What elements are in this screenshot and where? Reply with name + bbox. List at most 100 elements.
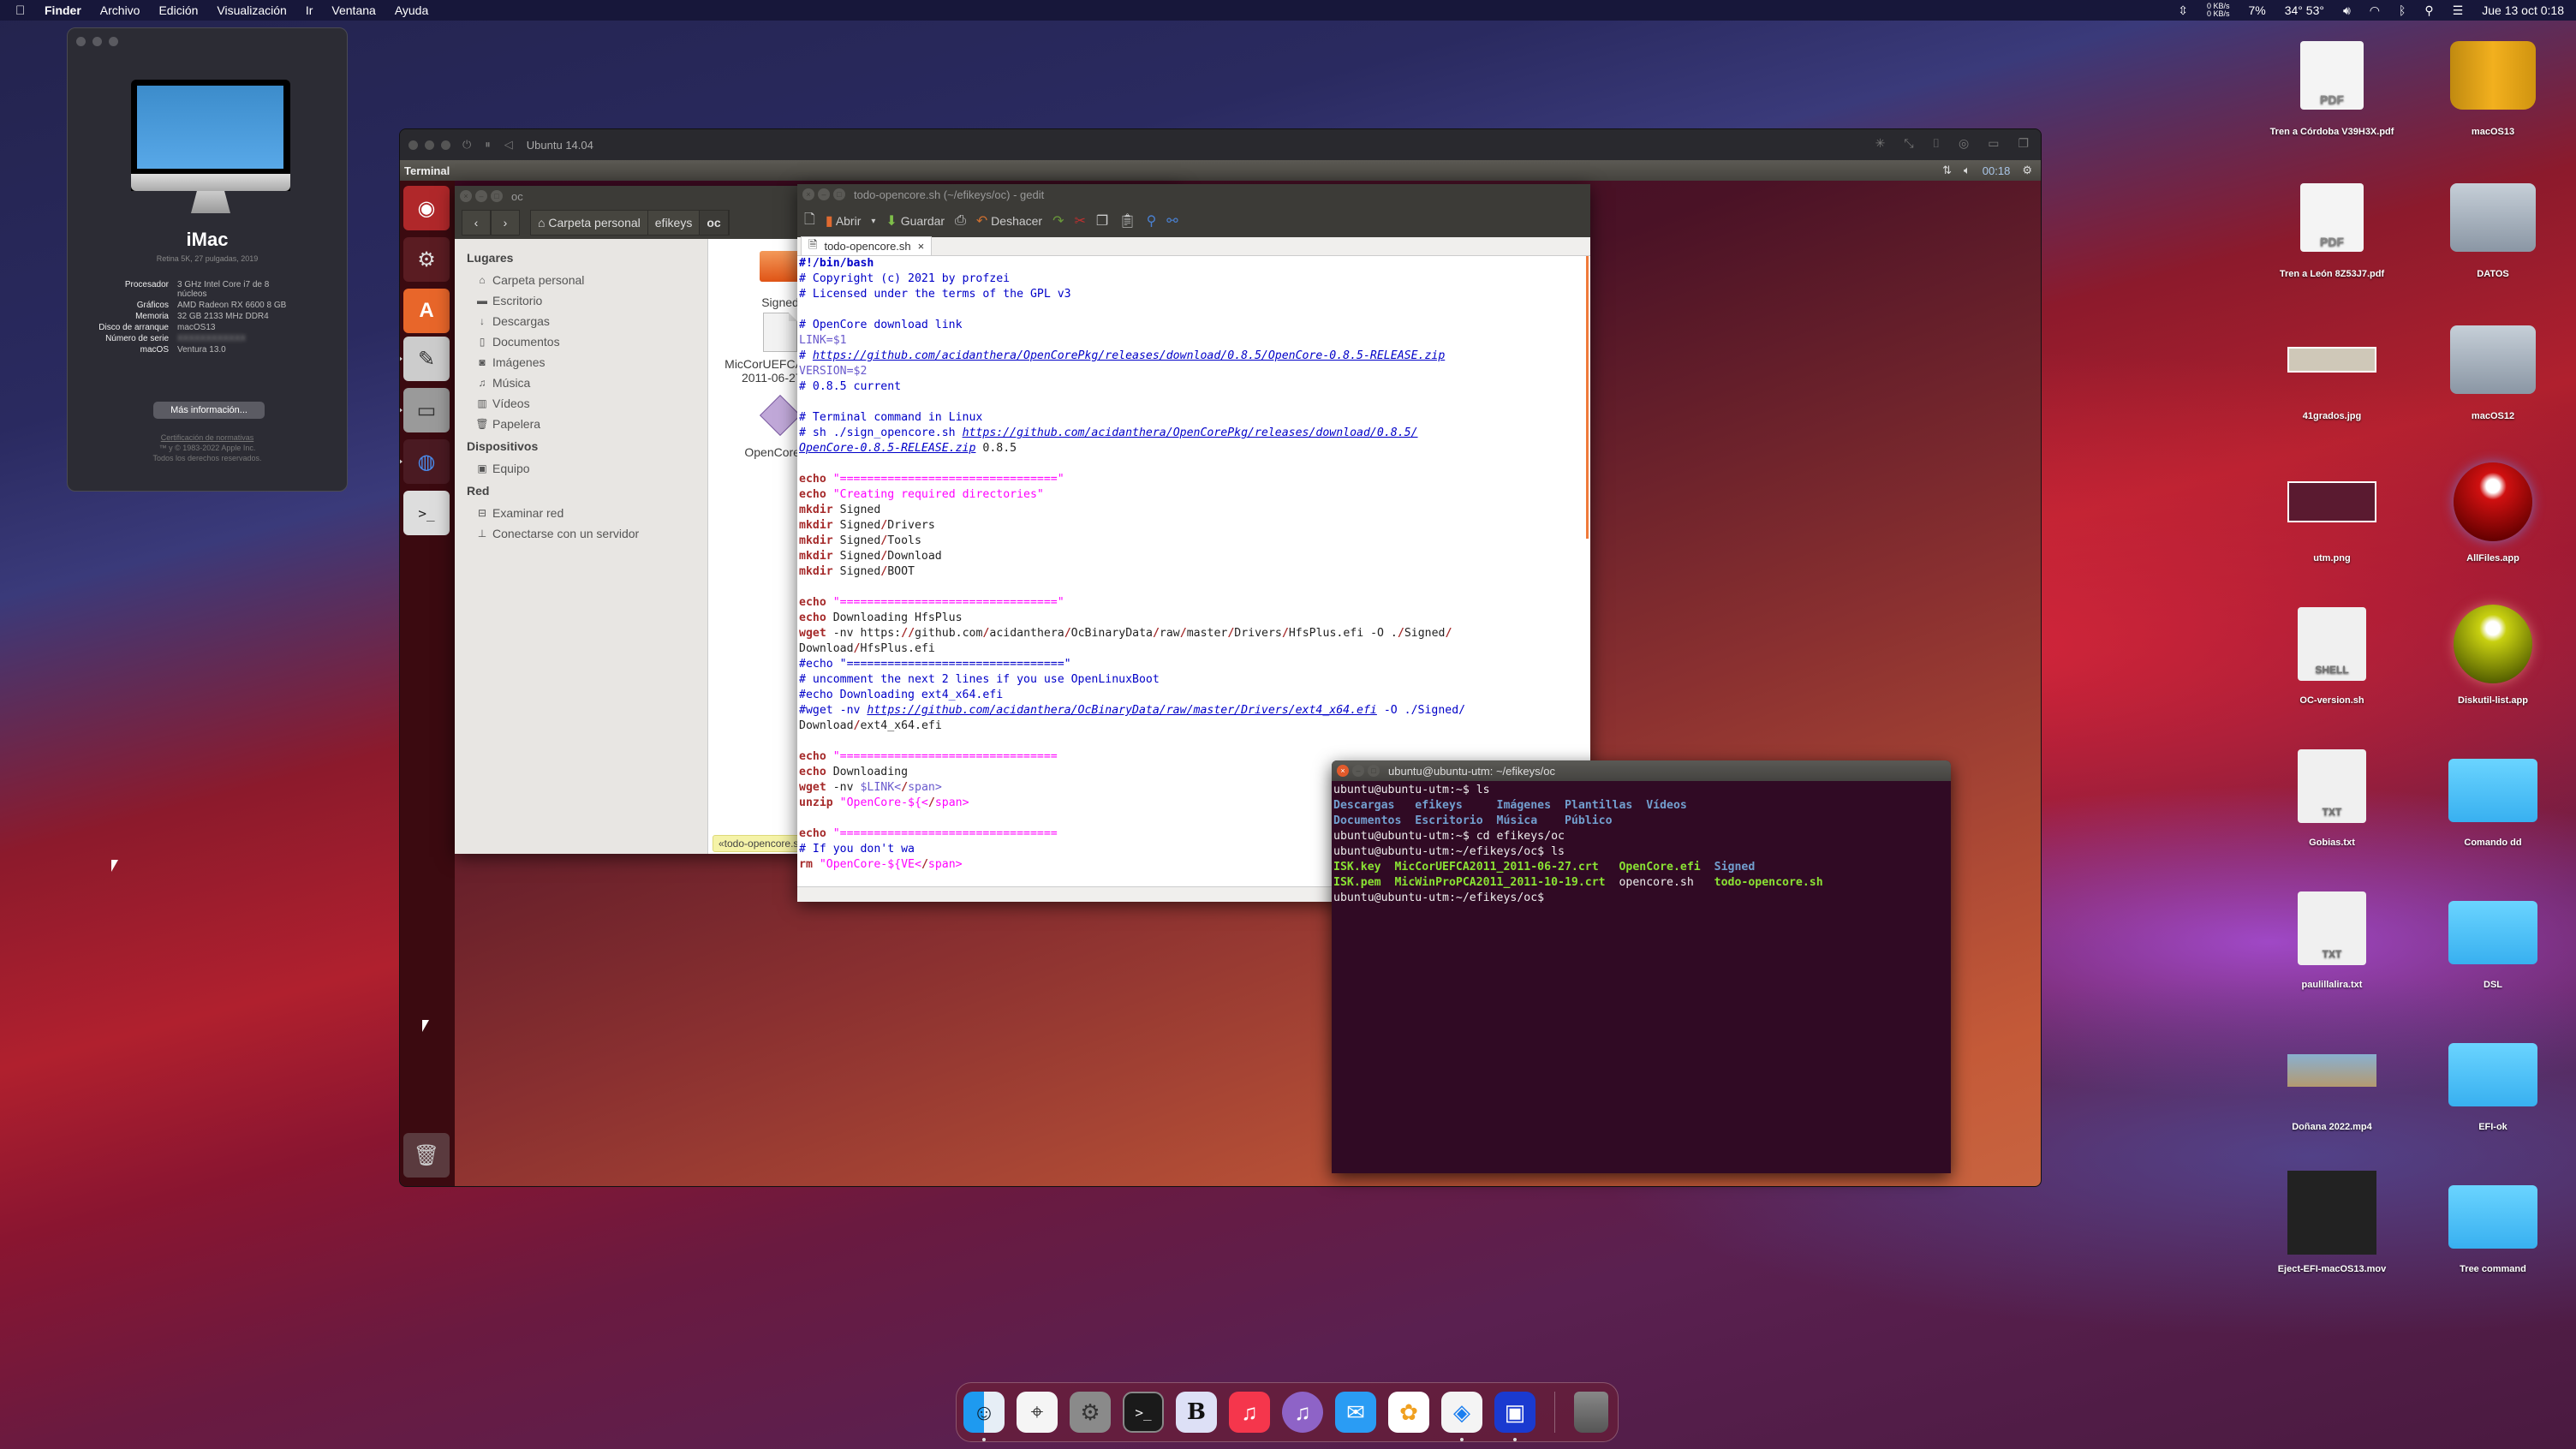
close-button[interactable]: × [460, 190, 472, 202]
close-button[interactable] [408, 140, 418, 150]
pause-icon[interactable]: ⏸ [485, 138, 491, 152]
minimize-button[interactable]: – [818, 188, 830, 200]
close-button[interactable] [76, 37, 86, 46]
sidebar-item-music[interactable]: ♫ Música [455, 373, 707, 393]
desktop-icon[interactable]: DATOS [2412, 173, 2574, 279]
cut-icon[interactable]: ✂ [1075, 212, 1086, 230]
paste-icon[interactable]: 📋︎ [1118, 212, 1136, 230]
menu-visualizacion[interactable]: Visualización [217, 3, 286, 17]
restart-icon[interactable]: ◁ [504, 138, 513, 152]
maximize-button[interactable]: □ [1368, 765, 1380, 777]
desktop-icon[interactable]: utm.png [2251, 457, 2413, 564]
desktop-icon[interactable]: Comando dd [2412, 742, 2574, 848]
launcher-chrome[interactable]: ◍ [403, 439, 450, 484]
launcher-software-center[interactable]: A [403, 289, 450, 333]
menu-edicion[interactable]: Edición [158, 3, 198, 17]
undo-button[interactable]: ↶ Deshacer [976, 212, 1042, 230]
volume-icon[interactable]: 🔈︎ [1964, 164, 1971, 177]
dock-utm[interactable]: ▣ [1494, 1392, 1535, 1441]
control-center-icon[interactable]: ☰ [2453, 3, 2464, 18]
volume-icon[interactable]: 🔊︎ [2343, 3, 2351, 18]
bluetooth-icon[interactable]: ᛒ [2399, 3, 2406, 17]
windows-icon[interactable]: ❐ [2018, 136, 2029, 151]
menu-archivo[interactable]: Archivo [100, 3, 140, 17]
dock-trash[interactable] [1574, 1392, 1608, 1433]
terminal-output[interactable]: ubuntu@ubuntu-utm:~$ ls Descargas efikeys… [1332, 781, 1951, 908]
launcher-system-settings[interactable]: ⚙ [403, 237, 450, 282]
launcher-trash[interactable]: 🗑︎ [403, 1133, 450, 1178]
sidebar-item-pictures[interactable]: ◙ Imágenes [455, 352, 707, 373]
desktop-icon[interactable]: TXT paulillalira.txt [2251, 884, 2413, 990]
desktop-icon[interactable]: TXT Gobias.txt [2251, 742, 2413, 848]
panel-clock[interactable]: 00:18 [1983, 164, 2011, 177]
network-speed[interactable]: 0 KB/s 0 KB/s [2207, 3, 2230, 18]
input-source-icon[interactable]: ⇳ [2178, 3, 2188, 18]
launcher-file-manager[interactable]: ▭ [403, 388, 450, 432]
session-gear-icon[interactable]: ⚙ [2022, 164, 2032, 177]
desktop-icon[interactable]: PDF Tren a León 8Z53J7.pdf [2251, 173, 2413, 279]
search-icon[interactable]: ⚲ [1147, 212, 1157, 230]
sidebar-item-browse-network[interactable]: ⊟ Examinar red [455, 503, 707, 523]
desktop-icon[interactable]: PDF Tren a Córdoba V39H3X.pdf [2251, 31, 2413, 137]
power-icon[interactable]: ⏻ [462, 138, 471, 152]
new-document-icon[interactable]: 🗋︎ [804, 210, 815, 233]
desktop-icon[interactable]: SHELL OC-version.sh [2251, 599, 2413, 706]
open-dropdown-icon[interactable]: ▾ [871, 217, 875, 226]
close-button[interactable]: × [802, 188, 814, 200]
dock-system-information[interactable]: ⌖ [1017, 1392, 1058, 1433]
sidebar-item-connect-server[interactable]: ⊥ Conectarse con un servidor [455, 523, 707, 544]
sidebar-item-documents[interactable]: ▯ Documentos [455, 331, 707, 352]
desktop-icon[interactable]: 41grados.jpg [2251, 315, 2413, 421]
menu-finder[interactable]: Finder [45, 3, 81, 17]
resize-icon[interactable]: ⤡ [1904, 136, 1913, 151]
dock-safari[interactable]: ◈ [1441, 1392, 1482, 1441]
menu-ventana[interactable]: Ventana [331, 3, 375, 17]
cpu-usage[interactable]: 7% [2249, 3, 2266, 17]
forward-button[interactable]: › [491, 210, 520, 236]
desktop-icon[interactable]: Doñana 2022.mp4 [2251, 1026, 2413, 1132]
minimize-button[interactable]: – [475, 190, 487, 202]
sidebar-item-home[interactable]: ⌂ Carpeta personal [455, 270, 707, 290]
dock-photos[interactable]: ✿ [1388, 1392, 1429, 1433]
print-icon[interactable]: ⎙ [955, 213, 966, 229]
copy-icon[interactable]: ❐ [1096, 212, 1108, 230]
capture-cursor-icon[interactable]: ✳ [1875, 136, 1886, 151]
maximize-button[interactable]: □ [833, 188, 845, 200]
zoom-button[interactable] [441, 140, 450, 150]
save-button[interactable]: ⬇ Guardar [886, 212, 945, 230]
more-info-button[interactable]: Más información... [153, 402, 265, 419]
spotlight-icon[interactable]: ⚲ [2424, 3, 2433, 18]
zoom-button[interactable] [109, 37, 118, 46]
launcher-terminal[interactable]: >_ [403, 491, 450, 535]
minimize-button[interactable]: – [1352, 765, 1364, 777]
apple-icon[interactable]:  [15, 3, 33, 18]
wifi-icon[interactable]: ◠ [2370, 3, 2380, 18]
dock-itunes[interactable]: ♫ [1282, 1392, 1323, 1433]
temperatures[interactable]: 34° 53° [2285, 3, 2324, 17]
usb-icon[interactable]: ⌷ [1933, 136, 1940, 151]
network-arrows-icon[interactable]: ⇅ [1942, 164, 1952, 177]
minimize-button[interactable] [425, 140, 434, 150]
breadcrumb-home[interactable]: ⌂ Carpeta personal [531, 211, 648, 235]
clock[interactable]: Jue 13 oct 0:18 [2482, 3, 2564, 17]
redo-icon[interactable]: ↷ [1052, 212, 1064, 230]
close-button[interactable]: × [1337, 765, 1349, 777]
menu-ayuda[interactable]: Ayuda [395, 3, 428, 17]
desktop-icon[interactable]: macOS13 [2412, 31, 2574, 137]
launcher-ubuntu-dash[interactable]: ◉ [403, 186, 450, 230]
dock-bbedit[interactable]: B [1176, 1392, 1217, 1433]
launcher-gedit[interactable]: ✎ [403, 337, 450, 381]
maximize-button[interactable]: □ [491, 190, 503, 202]
sidebar-item-videos[interactable]: ▥ Vídeos [455, 393, 707, 414]
desktop-icon[interactable]: Tree command [2412, 1168, 2574, 1274]
back-button[interactable]: ‹ [462, 210, 491, 236]
dock-system-settings[interactable]: ⚙ [1070, 1392, 1111, 1433]
minimize-button[interactable] [92, 37, 102, 46]
desktop-icon[interactable]: Diskutil-list.app [2412, 599, 2574, 706]
scrollbar[interactable] [1586, 256, 1589, 539]
sidebar-item-desktop[interactable]: ▬ Escritorio [455, 290, 707, 311]
desktop-icon[interactable]: AllFiles.app [2412, 457, 2574, 564]
dock-music[interactable]: ♫ [1229, 1392, 1270, 1433]
dock-finder[interactable]: ☺ [963, 1392, 1005, 1441]
sidebar-item-computer[interactable]: ▣ Equipo [455, 458, 707, 479]
